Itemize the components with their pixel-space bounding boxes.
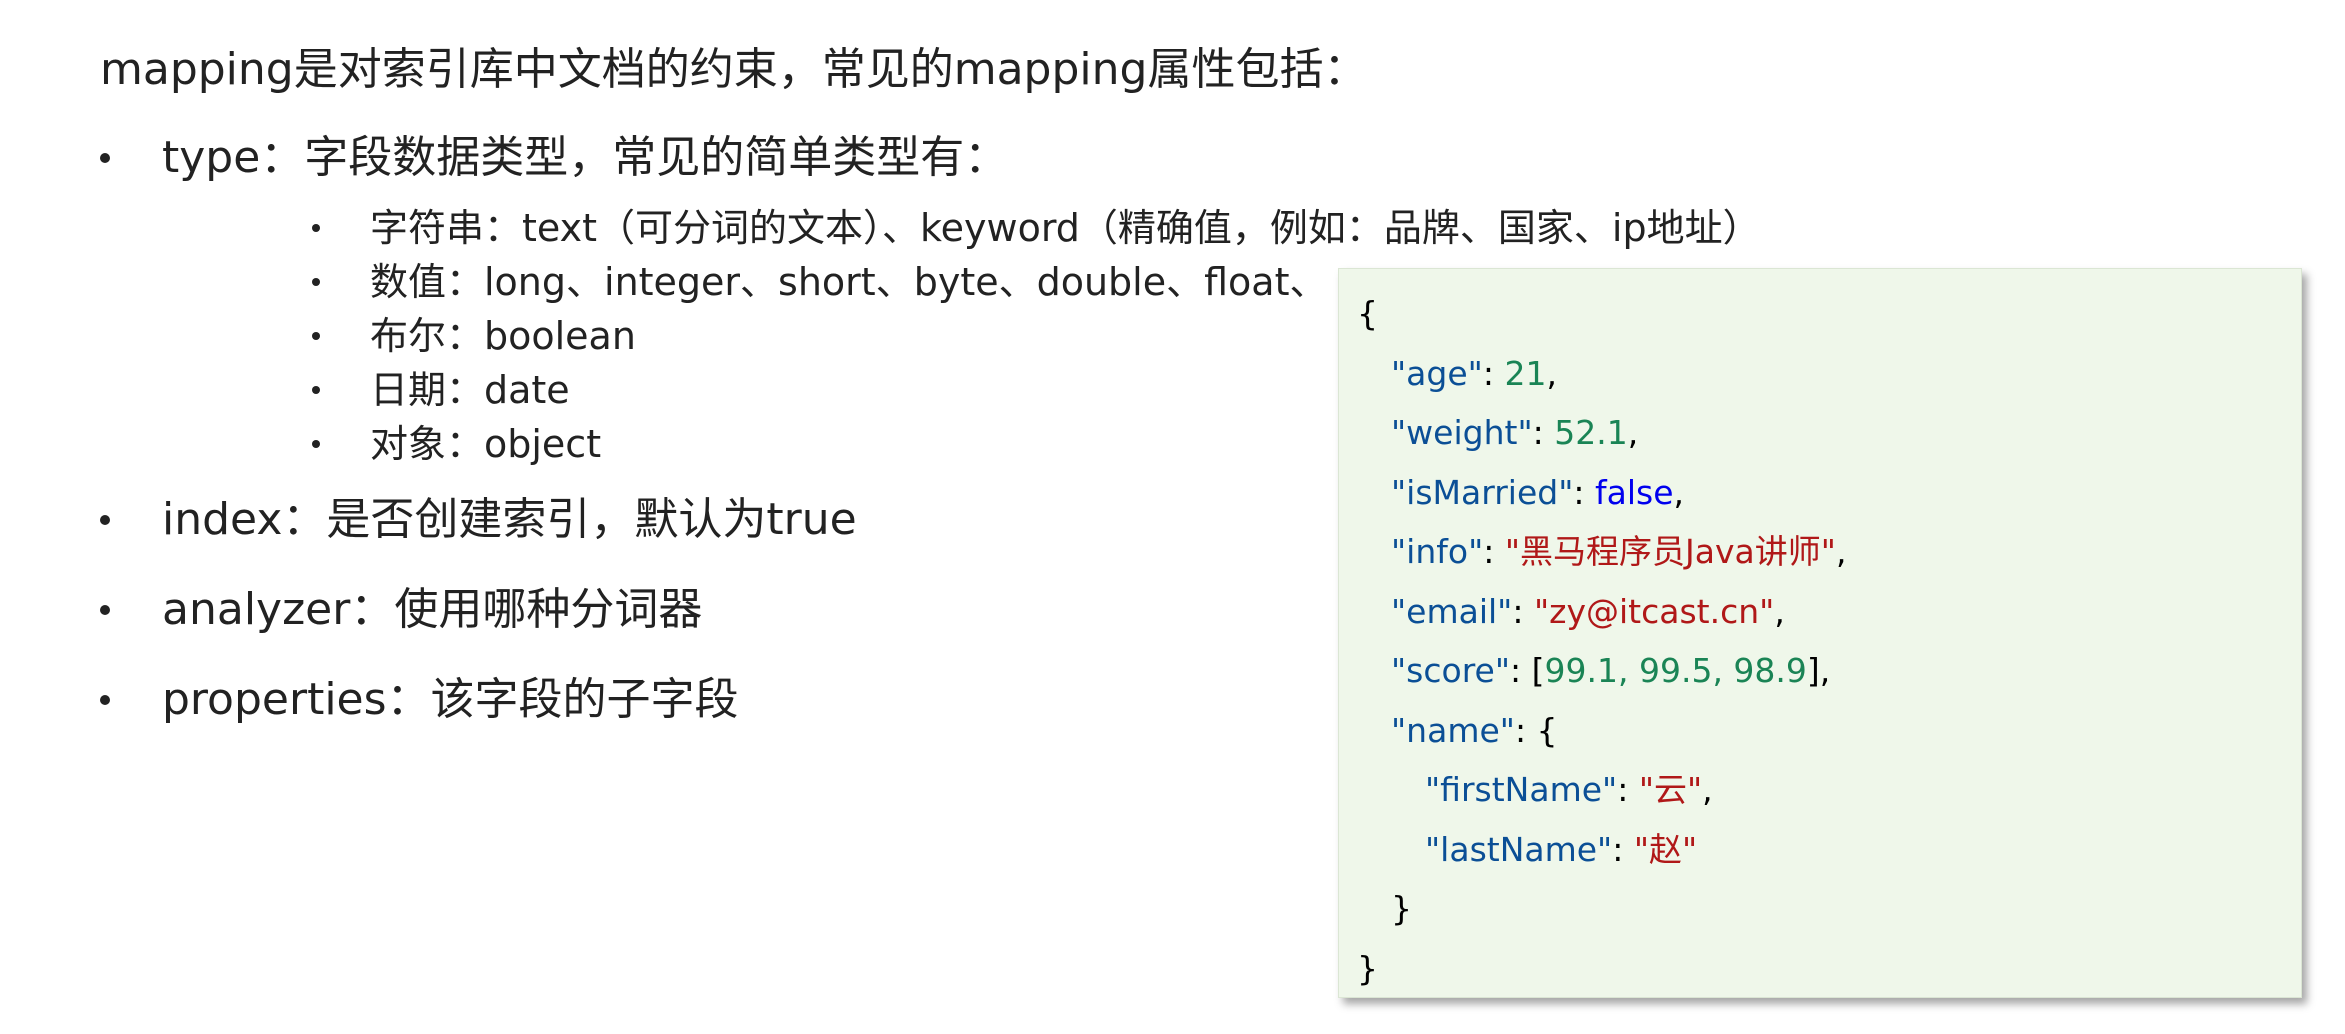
sub-item-object-text: 对象：object xyxy=(370,422,602,466)
json-example-box: { "age": 21, "weight": 52.1, "isMarried"… xyxy=(1338,268,2302,998)
list-item-type-text: type：字段数据类型，常见的简单类型有： xyxy=(162,132,1009,183)
sub-item-date: 日期：date xyxy=(312,364,570,416)
json-line-age: "age": 21, xyxy=(1391,354,1557,393)
json-line-name: "name": { xyxy=(1391,711,1558,750)
json-line-lastname: "lastName": "赵" xyxy=(1425,830,1698,869)
json-line-score: "score": [99.1, 99.5, 98.9], xyxy=(1391,651,1831,690)
json-key: "isMarried" xyxy=(1391,473,1574,512)
sub-item-boolean: 布尔：boolean xyxy=(312,310,636,362)
sub-item-string-text: 字符串：text（可分词的文本）、keyword（精确值，例如：品牌、国家、ip… xyxy=(370,206,1761,250)
json-string: "zy@itcast.cn" xyxy=(1533,592,1775,631)
sub-item-string: 字符串：text（可分词的文本）、keyword（精确值，例如：品牌、国家、ip… xyxy=(312,202,1761,254)
list-item-index-text: index：是否创建索引，默认为true xyxy=(162,494,857,545)
list-item-analyzer: analyzer：使用哪种分词器 xyxy=(100,580,702,640)
bullet-icon xyxy=(312,332,320,340)
bullet-icon xyxy=(312,278,320,286)
sub-item-number: 数值：long、integer、short、byte、double、float、 xyxy=(312,256,1327,308)
sub-item-boolean-text: 布尔：boolean xyxy=(370,314,636,358)
json-key: "lastName" xyxy=(1425,830,1613,869)
json-key: "score" xyxy=(1391,651,1511,690)
list-item-index: index：是否创建索引，默认为true xyxy=(100,490,857,550)
json-key: "info" xyxy=(1391,532,1484,571)
json-close-brace: } xyxy=(1357,949,1378,988)
json-key: "firstName" xyxy=(1425,770,1618,809)
json-string: "云" xyxy=(1638,770,1703,809)
list-item-properties: properties：该字段的子字段 xyxy=(100,670,739,730)
json-line-firstname: "firstName": "云", xyxy=(1425,770,1713,809)
list-item-type: type：字段数据类型，常见的简单类型有： xyxy=(100,128,1008,188)
json-line-married: "isMarried": false, xyxy=(1391,473,1685,512)
bullet-icon xyxy=(100,153,110,163)
json-boolean: false xyxy=(1595,473,1674,512)
json-line-info: "info": "黑马程序员Java讲师", xyxy=(1391,532,1847,571)
json-key: "age" xyxy=(1391,354,1483,393)
bullet-icon xyxy=(312,386,320,394)
json-inner-close-brace: } xyxy=(1391,889,1412,928)
json-line-weight: "weight": 52.1, xyxy=(1391,413,1639,452)
list-item-analyzer-text: analyzer：使用哪种分词器 xyxy=(162,584,703,635)
json-number: 21 xyxy=(1504,354,1547,393)
json-key: "name" xyxy=(1391,711,1515,750)
list-item-properties-text: properties：该字段的子字段 xyxy=(162,674,739,725)
page-heading: mapping是对索引库中文档的约束，常见的mapping属性包括： xyxy=(100,44,1368,95)
bullet-icon xyxy=(100,515,110,525)
json-open-brace: { xyxy=(1357,294,1378,333)
bullet-icon xyxy=(312,440,320,448)
bullet-icon xyxy=(100,695,110,705)
sub-item-object: 对象：object xyxy=(312,418,601,470)
bullet-icon xyxy=(312,224,320,232)
bullet-icon xyxy=(100,605,110,615)
json-string: "黑马程序员Java讲师" xyxy=(1504,532,1836,571)
json-line-email: "email": "zy@itcast.cn", xyxy=(1391,592,1785,631)
json-number-array: 99.1, 99.5, 98.9 xyxy=(1544,651,1807,690)
sub-item-number-text: 数值：long、integer、short、byte、double、float、 xyxy=(370,260,1328,304)
json-key: "weight" xyxy=(1391,413,1533,452)
sub-item-date-text: 日期：date xyxy=(370,368,570,412)
json-number: 52.1 xyxy=(1554,413,1628,452)
json-string: "赵" xyxy=(1633,830,1698,869)
json-key: "email" xyxy=(1391,592,1513,631)
